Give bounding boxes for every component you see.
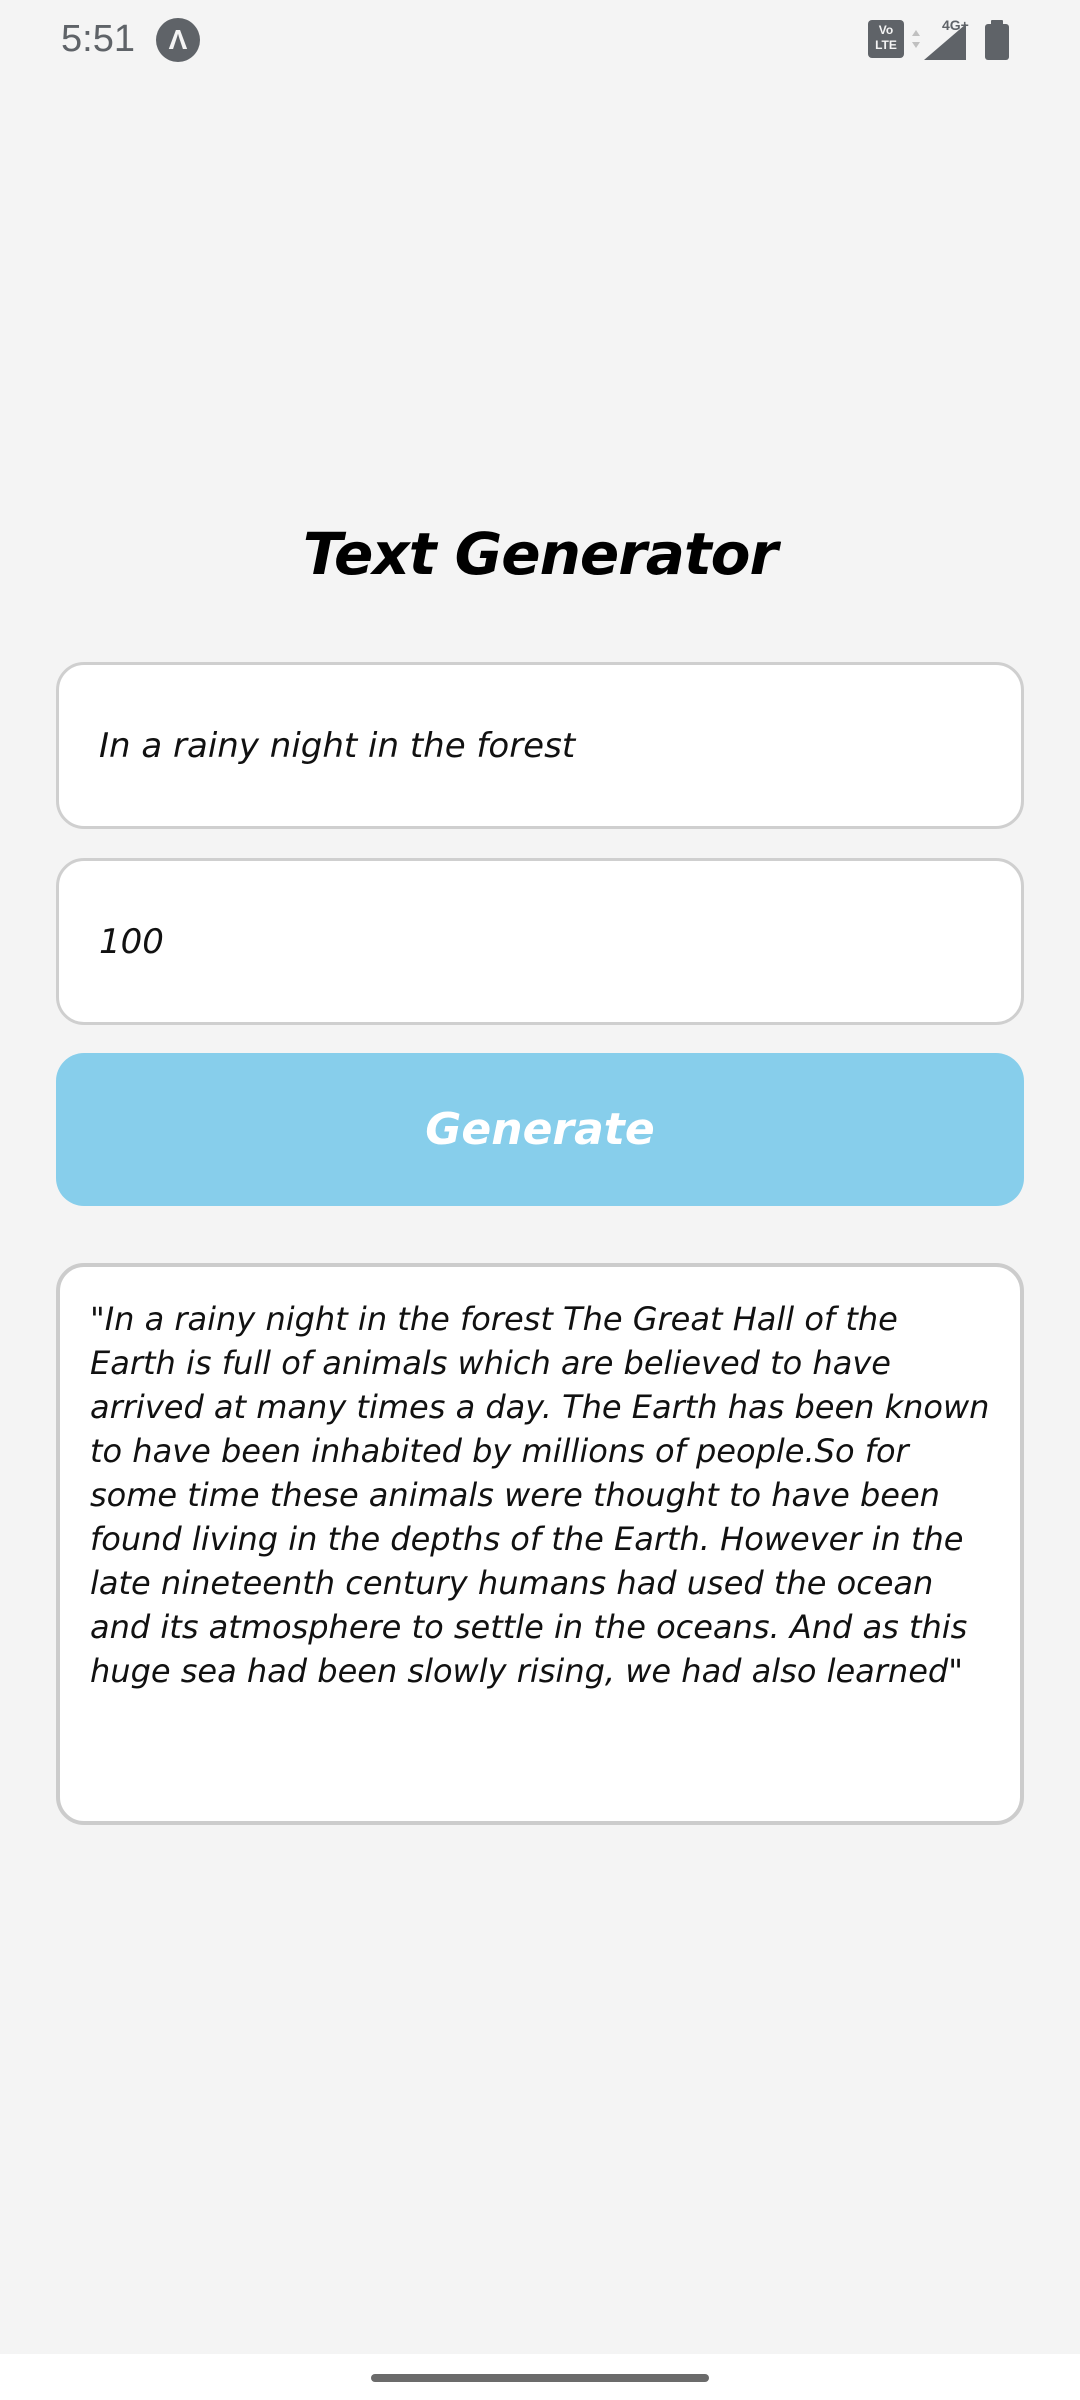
app-screen: 5:51 Λ Vo LTE 4G+ Text Generator In a rai… <box>0 0 1080 2400</box>
length-input[interactable]: 100 <box>56 858 1024 1025</box>
status-time: 5:51 <box>61 18 135 60</box>
page-title: Text Generator <box>302 520 778 588</box>
status-bar: 5:51 Λ Vo LTE 4G+ <box>0 0 1080 80</box>
prompt-input[interactable]: In a rainy night in the forest <box>56 662 1024 829</box>
generate-button-label: Generate <box>425 1104 655 1155</box>
output-text-area[interactable]: "In a rainy night in the forest The Grea… <box>56 1263 1024 1825</box>
battery-icon <box>985 20 1009 60</box>
length-input-value: 100 <box>99 921 164 962</box>
generate-button[interactable]: Generate <box>56 1053 1024 1206</box>
volte-icon: Vo LTE <box>868 20 904 58</box>
output-text: "In a rainy night in the forest The Grea… <box>90 1300 990 1690</box>
home-gesture-handle[interactable] <box>371 2374 709 2382</box>
prompt-input-value: In a rainy night in the forest <box>99 725 576 766</box>
signal-icon: 4G+ <box>912 18 969 60</box>
navigation-bar <box>0 2354 1080 2400</box>
app-notification-icon: Λ <box>156 18 200 62</box>
